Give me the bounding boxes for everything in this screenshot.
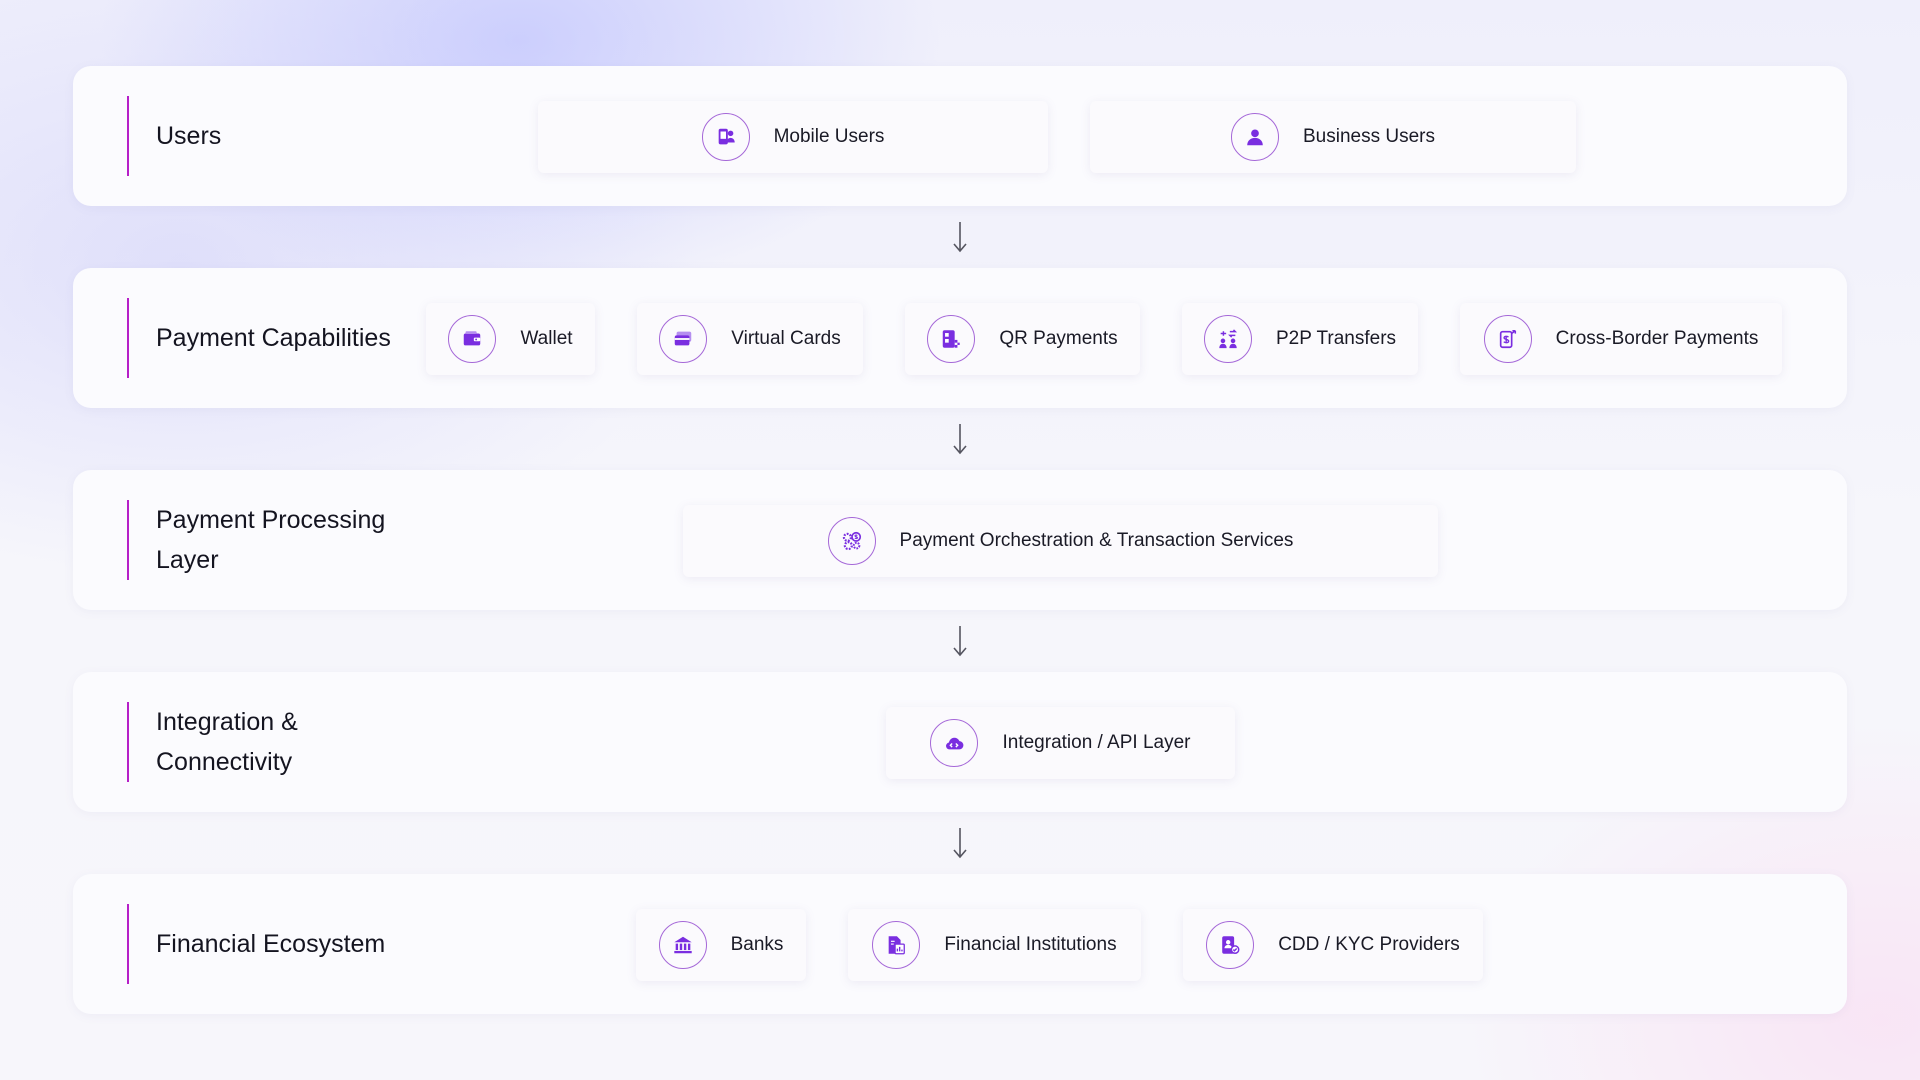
layer-accent-bar — [127, 702, 129, 782]
node-virtual-cards[interactable]: Virtual Cards — [637, 303, 863, 375]
node-label: Mobile Users — [773, 126, 885, 147]
node-label: Integration / API Layer — [1002, 732, 1191, 753]
cloud-api-icon — [930, 719, 979, 767]
node-label: QR Payments — [999, 328, 1118, 349]
orchestration-gears-icon — [827, 517, 876, 565]
node-mobile-users[interactable]: Mobile Users — [538, 101, 1048, 173]
flow-arrow — [73, 206, 1847, 268]
layer-title: Integration & Connectivity — [156, 708, 298, 776]
bank-icon — [658, 921, 707, 969]
node-financial-institutions[interactable]: Financial Institutions — [848, 909, 1141, 981]
node-label: Virtual Cards — [731, 328, 841, 349]
layer-items: Integration / API Layer — [886, 707, 1235, 779]
node-label: Business Users — [1303, 126, 1435, 147]
p2p-transfer-icon — [1203, 315, 1252, 363]
cross-border-icon — [1483, 315, 1532, 363]
qr-payment-icon — [927, 315, 976, 363]
kyc-verification-icon — [1206, 921, 1255, 969]
layer-title: Payment Capabilities — [156, 324, 391, 352]
layer-accent-bar — [127, 500, 129, 580]
node-label: Financial Institutions — [944, 934, 1117, 955]
arrow-down-icon — [953, 424, 967, 455]
layer-integration-connectivity: Integration & Connectivity Integration /… — [73, 672, 1847, 812]
layer-items: Wallet Virtual Cards QR Payments P2P Tra… — [426, 303, 1782, 375]
layer-title: Financial Ecosystem — [156, 930, 386, 958]
node-label: Wallet — [520, 328, 573, 349]
node-label: Banks — [730, 934, 784, 955]
node-label: Payment Orchestration & Transaction Serv… — [899, 530, 1294, 551]
node-wallet[interactable]: Wallet — [426, 303, 595, 375]
node-p2p-transfers[interactable]: P2P Transfers — [1182, 303, 1418, 375]
node-qr-payments[interactable]: QR Payments — [905, 303, 1140, 375]
node-cdd-kyc-providers[interactable]: CDD / KYC Providers — [1183, 909, 1483, 981]
layer-accent-bar — [127, 96, 129, 176]
node-label: CDD / KYC Providers — [1278, 934, 1460, 955]
layer-financial-ecosystem: Financial Ecosystem Banks Financial Inst… — [73, 874, 1847, 1014]
flow-arrow — [73, 408, 1847, 470]
user-icon — [1231, 113, 1279, 161]
financial-document-icon — [872, 921, 921, 969]
flow-arrow — [73, 610, 1847, 672]
card-icon — [659, 315, 708, 363]
wallet-icon — [448, 315, 497, 363]
node-label: Cross-Border Payments — [1555, 328, 1759, 349]
node-payment-orchestration[interactable]: Payment Orchestration & Transaction Serv… — [683, 505, 1438, 577]
layer-title: Payment Processing Layer — [156, 506, 386, 574]
layer-items: Payment Orchestration & Transaction Serv… — [683, 505, 1438, 577]
node-banks[interactable]: Banks — [636, 909, 806, 981]
node-label: P2P Transfers — [1275, 328, 1397, 349]
flow-arrow — [73, 812, 1847, 874]
layer-accent-bar — [127, 298, 129, 378]
node-integration-api[interactable]: Integration / API Layer — [886, 707, 1235, 779]
layer-accent-bar — [127, 904, 129, 984]
layer-items: Mobile Users Business Users — [538, 101, 1576, 173]
arrow-down-icon — [953, 222, 967, 253]
node-cross-border-payments[interactable]: Cross-Border Payments — [1460, 303, 1782, 375]
layer-users: Users Mobile Users Business Users — [73, 66, 1847, 206]
architecture-diagram: Users Mobile Users Business Users Paymen… — [73, 66, 1847, 1014]
layer-payment-processing: Payment Processing Layer Payment Orchest… — [73, 470, 1847, 610]
arrow-down-icon — [953, 828, 967, 859]
mobile-user-icon — [701, 113, 750, 161]
layer-payment-capabilities: Payment Capabilities Wallet Virtual Card… — [73, 268, 1847, 408]
node-business-users[interactable]: Business Users — [1090, 101, 1576, 173]
layer-items: Banks Financial Institutions CDD / KYC P… — [636, 909, 1483, 981]
layer-title: Users — [156, 122, 222, 150]
arrow-down-icon — [953, 626, 967, 657]
